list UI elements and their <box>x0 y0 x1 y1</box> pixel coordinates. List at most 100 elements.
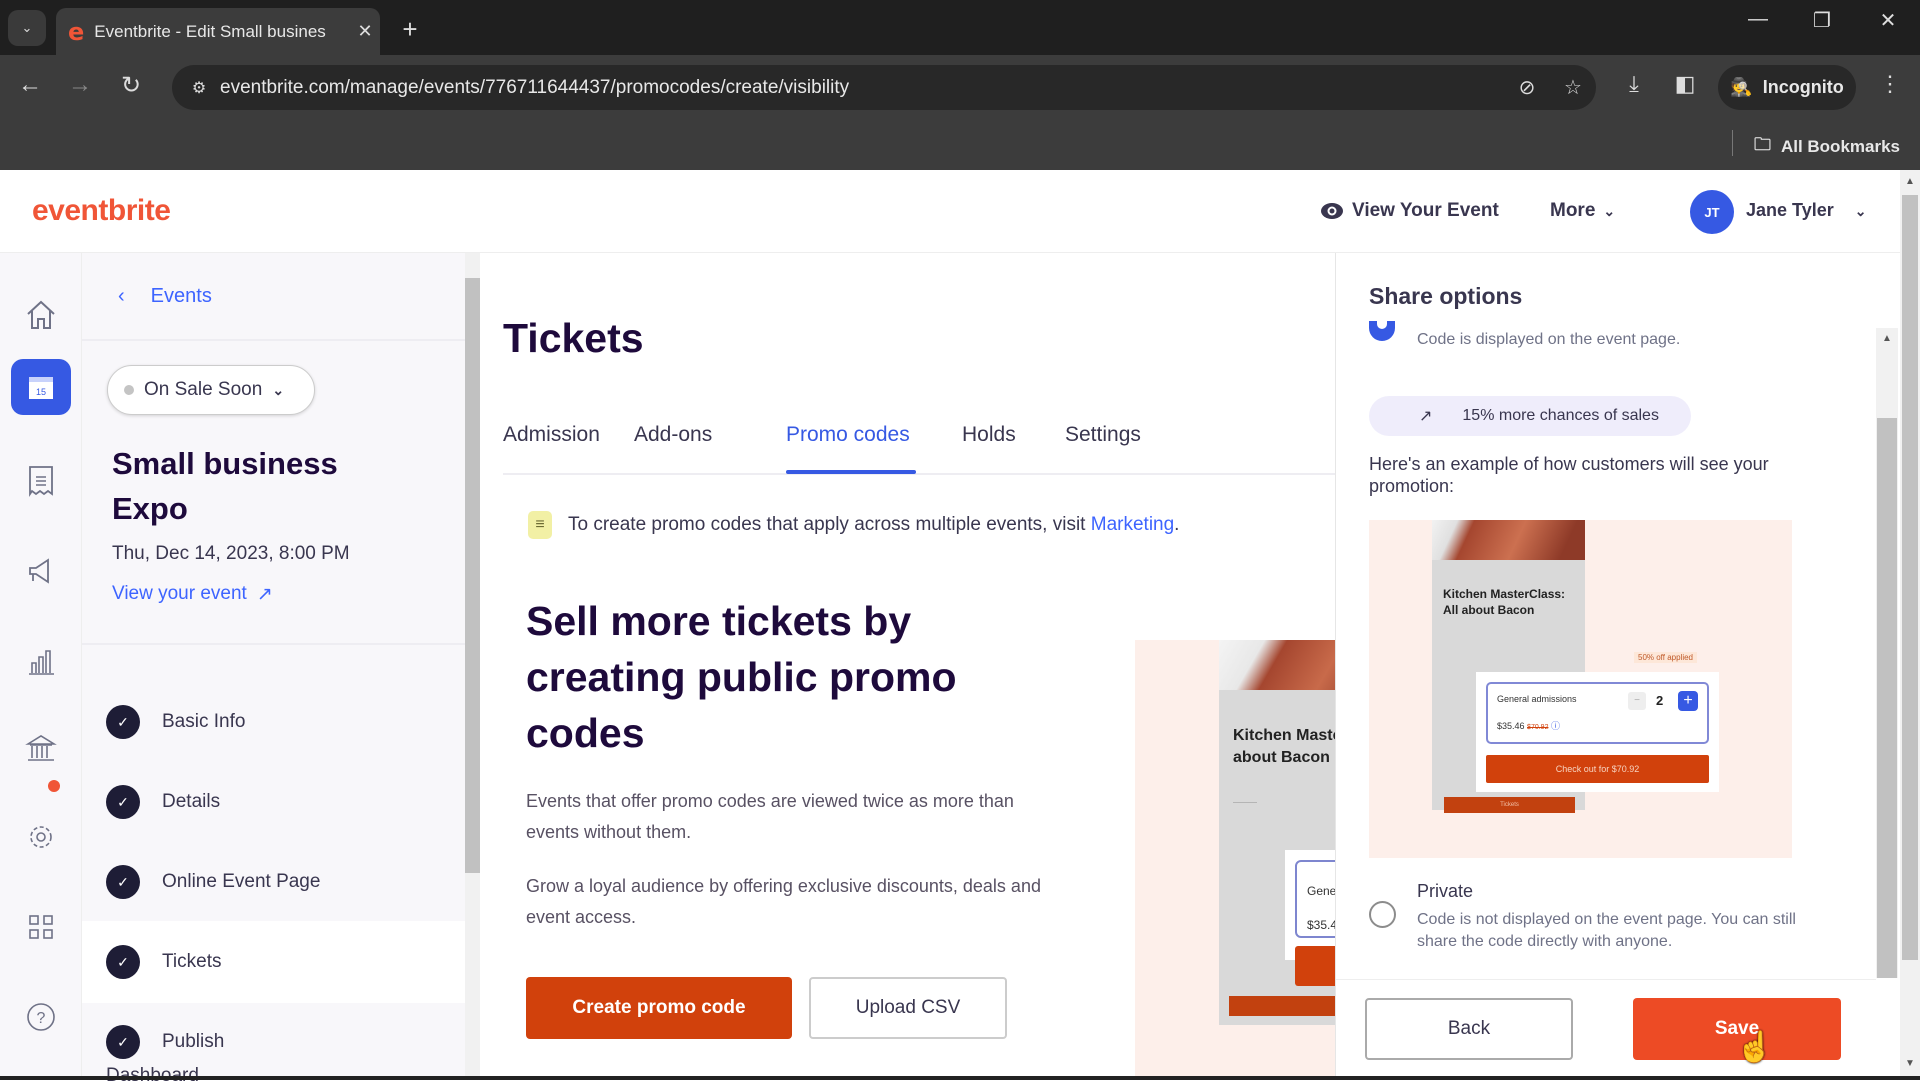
side-panel-button[interactable]: ◧ <box>1665 71 1705 97</box>
incognito-label: Incognito <box>1762 77 1844 97</box>
back-label: Events <box>150 285 212 307</box>
tab-settings[interactable]: Settings <box>1065 423 1141 447</box>
url-text[interactable]: eventbrite.com/manage/events/77671164443… <box>220 77 1504 99</box>
rail-reports[interactable] <box>11 633 71 689</box>
minimize-button[interactable]: — <box>1738 8 1778 31</box>
check-circle-icon: ✓ <box>106 945 140 979</box>
mock-ticket-selector: General admissions $35.46 <box>1295 860 1335 938</box>
notification-dot <box>48 780 60 792</box>
preview-quantity: 2 <box>1656 693 1664 708</box>
receipt-icon <box>29 466 53 497</box>
trending-up-icon: ↗ <box>1419 408 1433 425</box>
rail-finance[interactable] <box>11 721 71 777</box>
megaphone-icon <box>29 558 49 584</box>
scroll-up-arrow-icon[interactable]: ▲ <box>1882 333 1892 344</box>
rail-events[interactable]: 15 <box>11 359 71 415</box>
callout-text: To create promo codes that apply across … <box>568 514 1086 535</box>
public-description: Code is displayed on the event page. <box>1417 331 1681 348</box>
marketing-link[interactable]: Marketing <box>1091 514 1174 535</box>
create-promo-code-button[interactable]: Create promo code <box>526 977 792 1039</box>
mock-ticket-price: $35.46 <box>1307 918 1335 932</box>
hero-title: Sell more tickets by creating public pro… <box>526 598 957 756</box>
reload-button[interactable]: ↻ <box>113 71 149 100</box>
rail-home[interactable] <box>11 287 71 343</box>
sidebar-scrollbar-thumb[interactable] <box>465 278 480 873</box>
event-date: Thu, Dec 14, 2023, 8:00 PM <box>112 543 350 564</box>
event-status-dropdown[interactable]: On Sale Soon ⌄ <box>107 365 315 415</box>
address-bar[interactable]: ⚙ eventbrite.com/manage/events/776711644… <box>172 65 1596 110</box>
browser-tab[interactable]: e Eventbrite - Edit Small busines ✕ <box>56 8 380 55</box>
back-button[interactable]: Back <box>1365 998 1573 1060</box>
rail-apps[interactable] <box>11 899 71 955</box>
forward-nav-button[interactable]: → <box>62 71 98 99</box>
divider <box>82 339 465 341</box>
page-title: Tickets <box>503 315 644 361</box>
sales-chance-badge: ↗ 15% more chances of sales <box>1369 396 1691 436</box>
all-bookmarks-label: All Bookmarks <box>1780 136 1900 156</box>
restore-button[interactable]: ❐ <box>1802 8 1842 33</box>
private-radio[interactable] <box>1369 901 1396 928</box>
step-online-event-page[interactable]: ✓ Online Event Page <box>82 843 465 921</box>
tab-search-button[interactable]: ⌄ <box>8 10 46 46</box>
step-label: Basic Info <box>162 711 246 732</box>
icon-rail: 15 ? <box>0 253 82 1080</box>
rail-settings[interactable] <box>11 809 71 865</box>
eye-icon <box>1321 203 1343 219</box>
download-button[interactable]: ⤓ <box>1614 71 1654 97</box>
panel-title: Share options <box>1369 283 1523 309</box>
back-to-events-link[interactable]: ‹ Events <box>118 285 212 308</box>
avatar[interactable]: JT <box>1690 190 1734 234</box>
hand-cursor-icon: ☝ <box>1736 1031 1774 1064</box>
scroll-down-arrow-icon[interactable]: ▼ <box>1905 1058 1915 1069</box>
new-tab-button[interactable]: + <box>392 12 428 46</box>
step-label: Publish <box>162 1031 225 1052</box>
page-scrollbar-thumb[interactable] <box>1902 195 1918 960</box>
close-tab-icon[interactable]: ✕ <box>350 21 380 42</box>
tab-admission[interactable]: Admission <box>503 423 600 447</box>
app-header: eventbrite View Your Event More ⌄ JT Jan… <box>0 170 1900 253</box>
back-nav-button[interactable]: ← <box>12 71 48 99</box>
panel-scrollbar-thumb[interactable] <box>1877 418 1897 978</box>
chevron-down-icon: ⌄ <box>1854 203 1867 219</box>
step-basic-info[interactable]: ✓ Basic Info <box>82 683 465 761</box>
tab-add-ons[interactable]: Add-ons <box>634 423 712 447</box>
chevron-left-icon: ‹ <box>118 285 125 307</box>
rail-marketing[interactable] <box>11 543 71 599</box>
more-menu[interactable]: More ⌄ <box>1550 200 1615 222</box>
public-radio[interactable] <box>1369 321 1395 341</box>
grid-icon <box>29 915 53 939</box>
tab-holds[interactable]: Holds <box>962 423 1016 447</box>
rail-help[interactable]: ? <box>11 989 71 1045</box>
step-details[interactable]: ✓ Details <box>82 763 465 841</box>
side-panel-icon: ◧ <box>1674 71 1696 96</box>
eventbrite-logo[interactable]: eventbrite <box>32 194 171 228</box>
view-your-event-sidebar-link[interactable]: View your event ↗ <box>112 583 273 606</box>
hero-paragraph-2: Grow a loyal audience by offering exclus… <box>526 876 1041 927</box>
incognito-indicator[interactable]: 🕵 Incognito <box>1718 65 1856 110</box>
upload-csv-button[interactable]: Upload CSV <box>809 977 1007 1039</box>
chevron-down-icon: ⌄ <box>1603 202 1616 219</box>
active-tab-indicator <box>786 470 916 474</box>
scroll-up-arrow-icon[interactable]: ▲ <box>1905 176 1915 187</box>
user-menu[interactable]: Jane Tyler ⌄ <box>1746 200 1866 221</box>
plus-icon: + <box>402 13 418 44</box>
eye-off-icon[interactable]: ⊘ <box>1504 75 1550 100</box>
user-name: Jane Tyler <box>1746 200 1834 220</box>
view-your-event-link[interactable]: View Your Event <box>1320 200 1499 222</box>
step-label: Online Event Page <box>162 871 321 892</box>
browser-menu-button[interactable]: ⋮ <box>1870 71 1910 97</box>
browser-tab-strip: ⌄ e Eventbrite - Edit Small busines ✕ + … <box>0 0 1920 55</box>
window-close-button[interactable]: ✕ <box>1868 8 1908 33</box>
rail-orders[interactable] <box>11 453 71 509</box>
preview-checkout-button: Check out for $70.92 <box>1486 755 1709 783</box>
preview-ticket-name: General admissions <box>1497 694 1577 704</box>
all-bookmarks-button[interactable]: 🗀 All Bookmarks <box>1754 132 1900 161</box>
bacon-image <box>1432 520 1585 560</box>
tab-promo-codes[interactable]: Promo codes <box>786 423 910 447</box>
bookmark-star-icon[interactable]: ☆ <box>1550 75 1596 100</box>
info-icon: ⓘ <box>1550 721 1560 731</box>
site-info-icon[interactable]: ⚙ <box>178 78 220 98</box>
incognito-icon: 🕵 <box>1730 77 1753 97</box>
step-tickets[interactable]: ✓ Tickets <box>82 921 465 1003</box>
bank-icon <box>25 735 57 761</box>
